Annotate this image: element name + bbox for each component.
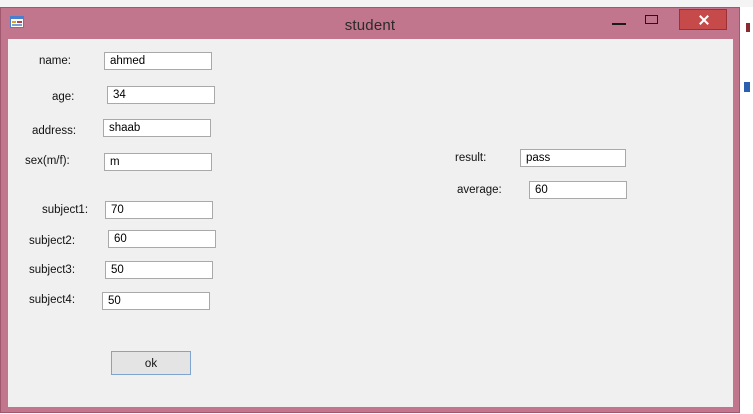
- result-field[interactable]: [520, 149, 626, 167]
- subject3-label: subject3:: [29, 264, 76, 276]
- name-field[interactable]: [104, 52, 212, 70]
- title-bar[interactable]: student: [1, 8, 739, 40]
- form-client-area: name: age: address: sex(m/f): subject1: …: [8, 39, 733, 407]
- age-field[interactable]: [107, 86, 215, 104]
- background-window-mark: [746, 23, 750, 32]
- maximize-icon[interactable]: [639, 10, 667, 32]
- sex-label: sex(m/f):: [25, 155, 70, 167]
- ok-button[interactable]: ok: [111, 351, 191, 375]
- age-label: age:: [52, 91, 75, 103]
- student-window: student name: age: address: sex(m/f): su…: [0, 7, 740, 413]
- result-label: result:: [455, 152, 487, 164]
- sex-field[interactable]: [104, 153, 212, 171]
- address-label: address:: [32, 125, 77, 137]
- address-field[interactable]: [103, 119, 211, 137]
- subject2-label: subject2:: [29, 235, 76, 247]
- background-window-mark: [744, 82, 750, 92]
- desktop-edge: [740, 7, 753, 414]
- close-icon[interactable]: [679, 9, 727, 30]
- minimize-icon[interactable]: [606, 10, 634, 32]
- subject3-field[interactable]: [105, 261, 213, 279]
- desktop-strip: [0, 0, 753, 7]
- subject4-label: subject4:: [29, 294, 76, 306]
- subject1-label: subject1:: [42, 204, 89, 216]
- average-label: average:: [457, 184, 502, 196]
- subject2-field[interactable]: [108, 230, 216, 248]
- name-label: name:: [39, 55, 71, 67]
- subject1-field[interactable]: [105, 201, 213, 219]
- subject4-field[interactable]: [102, 292, 210, 310]
- average-field[interactable]: [529, 181, 627, 199]
